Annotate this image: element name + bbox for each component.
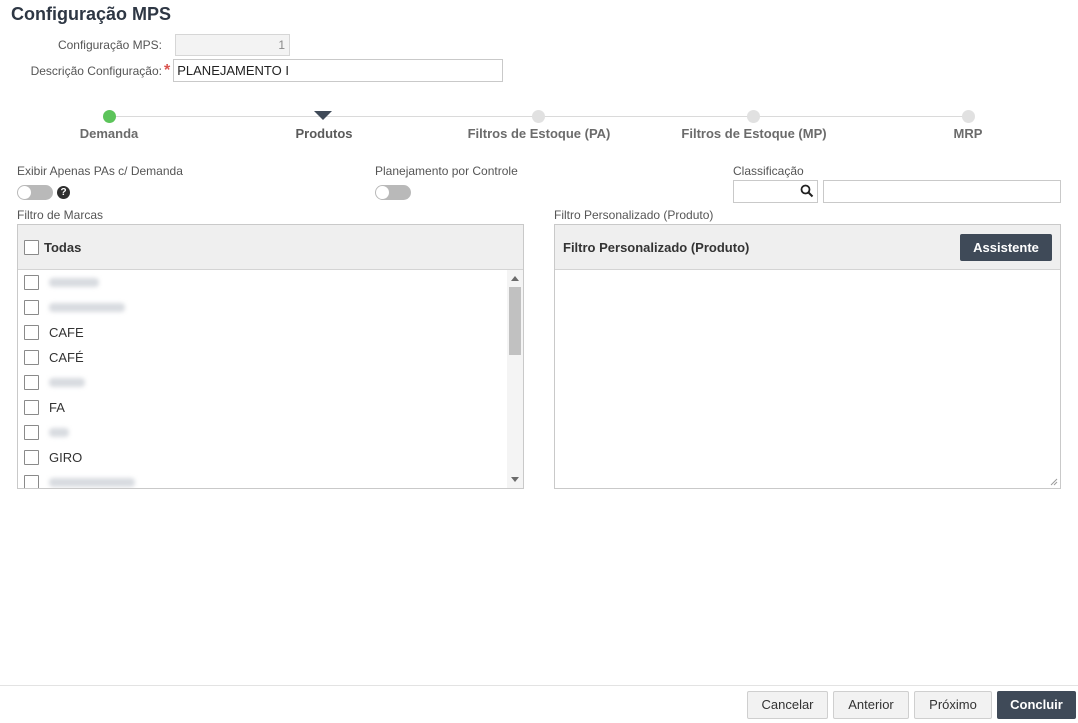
footer-divider <box>0 685 1078 686</box>
brand-list-item[interactable] <box>18 270 507 295</box>
brand-label: CAFE <box>49 325 84 340</box>
step-mrp-dot-icon <box>962 110 975 123</box>
brand-list-item[interactable] <box>18 370 507 395</box>
assistant-button[interactable]: Assistente <box>960 234 1052 261</box>
custom-filter-textarea[interactable] <box>555 270 1060 488</box>
brand-checkbox[interactable] <box>24 400 39 415</box>
step-filtros-pa-dot-icon <box>532 110 545 123</box>
brand-checkbox[interactable] <box>24 350 39 365</box>
step-filtros-pa[interactable]: Filtros de Estoque (PA) <box>468 126 611 141</box>
brand-label-redacted <box>49 428 69 437</box>
search-icon[interactable] <box>800 184 814 198</box>
brand-checkbox[interactable] <box>24 475 39 488</box>
brand-checkbox[interactable] <box>24 300 39 315</box>
classification-label: Classificação <box>733 164 804 178</box>
brand-label: GIRO <box>49 450 83 465</box>
config-description-row: Descrição Configuração: * PLANEJAMENTO I <box>0 59 504 82</box>
brand-list-item[interactable]: CAFÉ <box>18 345 507 370</box>
brand-label-redacted <box>49 378 85 387</box>
brand-filter-label: Filtro de Marcas <box>17 208 104 222</box>
cancel-button[interactable]: Cancelar <box>747 691 828 719</box>
scroll-thumb[interactable] <box>509 287 521 355</box>
brand-list-item[interactable]: CAFE <box>18 320 507 345</box>
required-marker: * <box>164 61 171 79</box>
brand-checkbox[interactable] <box>24 450 39 465</box>
step-demanda[interactable]: Demanda <box>80 126 139 141</box>
brand-checkbox[interactable] <box>24 275 39 290</box>
brand-list-scrollbar[interactable] <box>507 270 523 488</box>
brand-list-item[interactable]: GIRO <box>18 445 507 470</box>
step-filtros-mp[interactable]: Filtros de Estoque (MP) <box>681 126 826 141</box>
custom-filter-label: Filtro Personalizado (Produto) <box>554 208 714 222</box>
demand-only-toggle[interactable] <box>17 185 53 200</box>
resize-grip-icon[interactable] <box>1050 478 1058 486</box>
brand-list-item[interactable] <box>18 295 507 320</box>
demand-only-label: Exibir Apenas PAs c/ Demanda <box>17 164 183 178</box>
custom-filter-panel: Filtro Personalizado (Produto) Assistent… <box>554 224 1061 489</box>
page-title: Configuração MPS <box>11 4 172 24</box>
config-description-label: Descrição Configuração: <box>30 63 162 78</box>
control-planning-toggle[interactable] <box>375 185 411 200</box>
finish-button[interactable]: Concluir <box>997 691 1076 719</box>
step-produtos[interactable]: Produtos <box>295 126 352 141</box>
brand-list-item[interactable]: FA <box>18 395 507 420</box>
config-id-field: 1 <box>175 34 290 56</box>
brand-checkbox[interactable] <box>24 375 39 390</box>
brand-filter-panel: Todas CAFE CAFÉ FA GIRO <box>17 224 524 489</box>
custom-filter-title: Filtro Personalizado (Produto) <box>563 239 750 255</box>
step-demanda-done-icon <box>103 110 116 123</box>
config-id-label: Configuração MPS: <box>57 38 162 52</box>
classification-description-input[interactable] <box>823 180 1061 203</box>
help-icon[interactable]: ? <box>57 186 70 199</box>
scroll-down-icon[interactable] <box>511 477 519 482</box>
wizard-stepper: Demanda Produtos Filtros de Estoque (PA)… <box>0 108 1078 144</box>
config-id-row: Configuração MPS: 1 <box>0 34 290 56</box>
step-current-arrow-icon <box>314 111 332 120</box>
step-mrp[interactable]: MRP <box>954 126 983 141</box>
brand-list-item[interactable] <box>18 420 507 445</box>
brand-label-redacted <box>49 303 125 312</box>
custom-filter-header: Filtro Personalizado (Produto) Assistent… <box>555 225 1060 270</box>
brand-list-item[interactable] <box>18 470 507 488</box>
step-filtros-mp-dot-icon <box>747 110 760 123</box>
control-planning-label: Planejamento por Controle <box>375 164 518 178</box>
classification-code-input[interactable] <box>733 180 818 203</box>
config-description-input[interactable]: PLANEJAMENTO I <box>173 59 504 82</box>
brand-label-redacted <box>49 278 99 287</box>
brand-list: CAFE CAFÉ FA GIRO <box>18 270 507 488</box>
next-button[interactable]: Próximo <box>914 691 992 719</box>
previous-button[interactable]: Anterior <box>833 691 909 719</box>
brand-checkbox[interactable] <box>24 325 39 340</box>
brand-checkbox[interactable] <box>24 425 39 440</box>
brand-label: FA <box>49 400 65 415</box>
brand-label: CAFÉ <box>49 350 84 365</box>
brand-filter-header: Todas <box>18 225 523 270</box>
brand-label-redacted <box>49 478 135 487</box>
select-all-checkbox[interactable] <box>24 239 39 255</box>
scroll-up-icon[interactable] <box>511 276 519 281</box>
select-all-label: Todas <box>44 239 82 255</box>
